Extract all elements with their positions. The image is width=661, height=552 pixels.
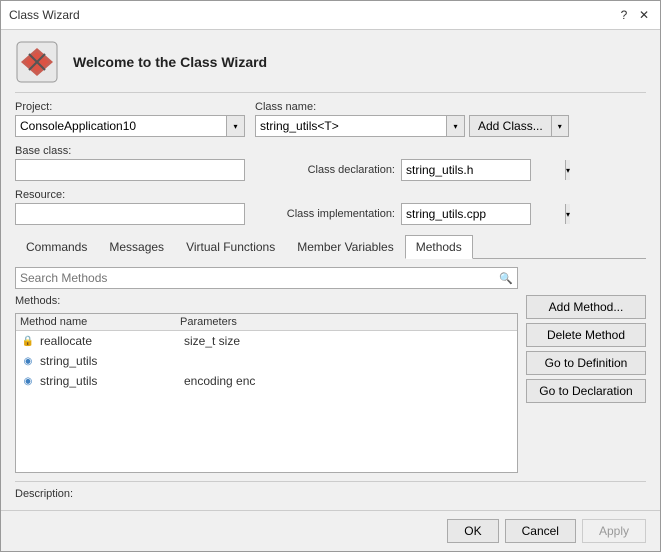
class-decl-input[interactable] [402,160,565,180]
impl-group: Class implementation: ▾ [265,203,531,225]
delete-method-button[interactable]: Delete Method [526,323,646,347]
title-bar-controls: ? ✕ [616,7,652,23]
search-icon: 🔍 [499,272,513,285]
search-input[interactable] [20,271,499,285]
class-decl-label: Class declaration: [265,164,395,176]
title-bar: Class Wizard ? ✕ [1,1,660,30]
methods-label: Methods: [15,295,518,307]
class-impl-label: Class implementation: [265,208,395,220]
method-name-cell: ◉ string_utils [20,353,180,369]
search-box[interactable]: 🔍 [15,267,518,289]
base-class-label: Base class: [15,145,245,157]
base-class-input[interactable] [15,159,245,181]
ok-button[interactable]: OK [447,519,498,543]
class-decl-row: Class declaration: ▾ [265,159,531,181]
class-wizard-dialog: Class Wizard ? ✕ Welcome to the Class Wi… [0,0,661,552]
add-class-button-group: Add Class... ▾ [469,115,569,137]
right-panel: Add Method... Delete Method Go to Defini… [526,267,646,473]
table-row[interactable]: ◉ string_utils [16,351,517,371]
method-params: encoding enc [180,374,513,388]
footer-buttons: OK Cancel Apply [1,510,660,551]
classname-dropdown-btn[interactable]: ▾ [446,116,464,136]
class-impl-row: Class implementation: ▾ [265,203,531,225]
left-panel: 🔍 Methods: Method name Parameters 🔒 real… [15,267,518,473]
table-row[interactable]: ◉ string_utils encoding enc [16,371,517,391]
project-class-row: Project: ▾ Class name: ▾ Add Class... ▾ [15,101,646,137]
class-impl-input[interactable] [402,204,565,224]
project-dropdown-btn[interactable]: ▾ [226,116,244,136]
class-impl-combo[interactable]: ▾ [401,203,531,225]
method-params: size_t size [180,334,513,348]
tab-messages[interactable]: Messages [98,235,175,259]
project-combo[interactable]: ▾ [15,115,245,137]
resource-group: Resource: [15,189,245,225]
tab-member-variables[interactable]: Member Variables [286,235,404,259]
tab-virtual-functions[interactable]: Virtual Functions [175,235,286,259]
class-decl-dropdown-btn[interactable]: ▾ [565,160,570,180]
help-button[interactable]: ? [616,7,632,23]
classname-label: Class name: [255,101,569,113]
method-name-cell: 🔒 reallocate [20,333,180,349]
classname-input[interactable] [256,116,446,136]
tab-methods[interactable]: Methods [405,235,473,259]
col-header-method: Method name [20,316,180,328]
add-class-dropdown-btn[interactable]: ▾ [551,115,569,137]
base-class-group: Base class: [15,145,245,181]
table-row[interactable]: 🔒 reallocate size_t size [16,331,517,351]
class-impl-dropdown-btn[interactable]: ▾ [565,204,570,224]
project-input[interactable] [16,116,226,136]
method-icon-public: ◉ [20,373,36,389]
tab-commands[interactable]: Commands [15,235,98,259]
method-name: string_utils [40,354,97,368]
go-to-declaration-button[interactable]: Go to Declaration [526,379,646,403]
close-button[interactable]: ✕ [636,7,652,23]
welcome-title: Welcome to the Class Wizard [73,54,267,70]
table-header: Method name Parameters [16,314,517,331]
method-name: string_utils [40,374,97,388]
wizard-icon [15,40,59,84]
resource-input[interactable] [15,203,245,225]
resource-impl-row: Resource: Class implementation: ▾ [15,189,646,225]
apply-button[interactable]: Apply [582,519,646,543]
welcome-header: Welcome to the Class Wizard [15,40,646,93]
title-bar-label: Class Wizard [9,8,80,22]
tabs-bar: Commands Messages Virtual Functions Memb… [15,235,646,259]
methods-table[interactable]: Method name Parameters 🔒 reallocate size… [15,313,518,473]
base-decl-row: Base class: Class declaration: ▾ [15,145,646,181]
method-icon-public: ◉ [20,353,36,369]
classname-combo[interactable]: ▾ [255,115,465,137]
add-class-button[interactable]: Add Class... [469,115,551,137]
description-label: Description: [15,488,73,500]
method-icon-protected: 🔒 [20,333,36,349]
decl-impl-group: Class declaration: ▾ [265,159,531,181]
description-section: Description: [15,481,646,500]
project-label: Project: [15,101,245,113]
add-method-button[interactable]: Add Method... [526,295,646,319]
resource-label: Resource: [15,189,245,201]
title-bar-left: Class Wizard [9,8,80,22]
go-to-definition-button[interactable]: Go to Definition [526,351,646,375]
col-header-params: Parameters [180,316,513,328]
class-decl-combo[interactable]: ▾ [401,159,531,181]
cancel-button[interactable]: Cancel [505,519,576,543]
method-name: reallocate [40,334,92,348]
classname-group: Class name: ▾ Add Class... ▾ [255,101,569,137]
project-group: Project: ▾ [15,101,245,137]
method-name-cell: ◉ string_utils [20,373,180,389]
main-area: 🔍 Methods: Method name Parameters 🔒 real… [15,267,646,473]
dialog-content: Welcome to the Class Wizard Project: ▾ C… [1,30,660,510]
